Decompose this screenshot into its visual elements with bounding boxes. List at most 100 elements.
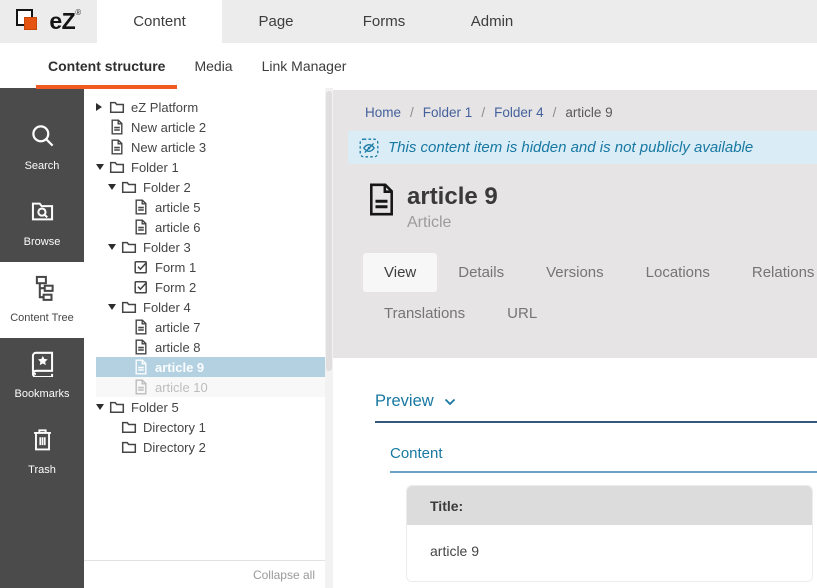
content-tree: eZ Platform New article 2 New article 3 Fol… — [84, 88, 325, 560]
tree-item-article-6[interactable]: article 6 — [96, 217, 325, 237]
breadcrumb-separator: / — [553, 105, 557, 120]
tree-scrollbar-thumb[interactable] — [326, 91, 332, 371]
tree-item-folder-2[interactable]: Folder 2 — [96, 177, 325, 197]
ez-logo-icon — [16, 8, 43, 35]
folder-icon — [121, 419, 137, 435]
subnav-item-link-manager[interactable]: Link Manager — [250, 44, 359, 88]
view-tab-content: Preview Content Title: article 9 — [333, 358, 817, 588]
ez-logo-text: eZ® — [49, 8, 80, 35]
sidebar-item-search[interactable]: Search — [0, 110, 84, 186]
sidebar-item-browse[interactable]: Browse — [0, 186, 84, 262]
page-header: article 9 Article — [368, 183, 817, 232]
tree-item-label: article 9 — [155, 360, 204, 375]
tab-locations[interactable]: Locations — [625, 253, 731, 292]
breadcrumb-home[interactable]: Home — [365, 105, 401, 120]
ez-logo[interactable]: eZ® — [0, 0, 97, 43]
breadcrumb-folder-1[interactable]: Folder 1 — [423, 105, 473, 120]
subnav-item-media[interactable]: Media — [182, 44, 244, 88]
folder-icon — [121, 239, 137, 255]
breadcrumb-separator: / — [410, 105, 414, 120]
tree-item-label: article 6 — [155, 220, 201, 235]
tree-item-article-9[interactable]: article 9 — [96, 357, 325, 377]
tab-translations[interactable]: Translations — [363, 294, 486, 333]
trash-icon — [29, 426, 56, 458]
tree-item-article-8[interactable]: article 8 — [96, 337, 325, 357]
tree-item-label: eZ Platform — [131, 100, 198, 115]
expander-expanded-icon[interactable] — [96, 404, 109, 410]
preview-label: Preview — [375, 392, 434, 411]
tab-view[interactable]: View — [363, 253, 437, 292]
top-tab-forms[interactable]: Forms — [330, 0, 438, 43]
hidden-eye-icon — [359, 138, 379, 158]
folder-icon — [121, 179, 137, 195]
field-card: Title: article 9 — [407, 486, 812, 581]
tree-item-label: article 7 — [155, 320, 201, 335]
expander-collapsed-icon[interactable] — [96, 103, 109, 111]
top-tab-admin[interactable]: Admin — [438, 0, 546, 43]
tree-item-label: Directory 1 — [143, 420, 206, 435]
tab-row-2: TranslationsURL — [363, 294, 817, 333]
tree-item-label: Form 2 — [155, 280, 196, 295]
left-rail: Search Browse Content Tree BookmarksTrash — [0, 88, 84, 588]
sidebar-item-label: Search — [25, 160, 60, 172]
preview-section-header[interactable]: Preview — [375, 392, 817, 423]
tree-item-folder-4[interactable]: Folder 4 — [96, 297, 325, 317]
tree-item-folder-5[interactable]: Folder 5 — [96, 397, 325, 417]
article-icon — [133, 339, 149, 355]
tree-item-form-2[interactable]: Form 2 — [96, 277, 325, 297]
tree-item-folder-3[interactable]: Folder 3 — [96, 237, 325, 257]
tab-versions[interactable]: Versions — [525, 253, 625, 292]
folder-icon — [121, 439, 137, 455]
sidebar-item-trash[interactable]: Trash — [0, 414, 84, 490]
content-tree-panel: eZ Platform New article 2 New article 3 Fol… — [84, 88, 325, 588]
top-bar: eZ® ContentPageFormsAdmin — [0, 0, 817, 43]
tree-item-label: New article 3 — [131, 140, 206, 155]
tab-relations[interactable]: Relations — [731, 253, 817, 292]
tree-item-label: Directory 2 — [143, 440, 206, 455]
tree-item-directory-1[interactable]: Directory 1 — [96, 417, 325, 437]
top-tab-page[interactable]: Page — [222, 0, 330, 43]
breadcrumb-folder-4[interactable]: Folder 4 — [494, 105, 544, 120]
tab-url[interactable]: URL — [486, 294, 558, 333]
tree-item-article-7[interactable]: article 7 — [96, 317, 325, 337]
tree-item-form-1[interactable]: Form 1 — [96, 257, 325, 277]
tree-item-label: Folder 1 — [131, 160, 179, 175]
expander-expanded-icon[interactable] — [96, 164, 109, 170]
breadcrumb-article-9: article 9 — [565, 105, 612, 120]
tab-details[interactable]: Details — [437, 253, 525, 292]
tree-item-label: article 10 — [155, 380, 208, 395]
expander-expanded-icon[interactable] — [108, 244, 121, 250]
collapse-all-button[interactable]: Collapse all — [253, 568, 315, 582]
tree-item-ez-platform[interactable]: eZ Platform — [96, 97, 325, 117]
sub-navigation: Content structureMediaLink Manager — [0, 43, 817, 88]
article-icon — [109, 119, 125, 135]
tree-item-label: Folder 4 — [143, 300, 191, 315]
tree-scrollbar[interactable] — [325, 88, 333, 588]
tree-item-folder-1[interactable]: Folder 1 — [96, 157, 325, 177]
notice-text: This content item is hidden and is not p… — [388, 139, 753, 156]
tree-item-article-5[interactable]: article 5 — [96, 197, 325, 217]
folder-icon — [121, 299, 137, 315]
hidden-content-notice: This content item is hidden and is not p… — [348, 131, 817, 164]
tab-row-1: ViewDetailsVersionsLocationsRelations — [363, 253, 817, 292]
main-area: Home/Folder 1/Folder 4/article 9 This co… — [333, 88, 817, 588]
expander-expanded-icon[interactable] — [108, 184, 121, 190]
form-icon — [133, 279, 149, 295]
folder-icon — [109, 159, 125, 175]
article-icon — [133, 219, 149, 235]
field-label: Title: — [407, 486, 812, 525]
tree-item-label: Folder 3 — [143, 240, 191, 255]
expander-expanded-icon[interactable] — [108, 304, 121, 310]
sidebar-item-content-tree[interactable]: Content Tree — [0, 262, 84, 338]
article-icon — [133, 199, 149, 215]
tree-item-directory-2[interactable]: Directory 2 — [96, 437, 325, 457]
registered-mark: ® — [75, 8, 80, 17]
subnav-item-content-structure[interactable]: Content structure — [36, 44, 177, 88]
top-tab-content[interactable]: Content — [97, 0, 222, 43]
sidebar-item-label: Content Tree — [10, 312, 74, 324]
body-area: Search Browse Content Tree BookmarksTrash e… — [0, 88, 817, 588]
tree-item-new-article-2[interactable]: New article 2 — [96, 117, 325, 137]
sidebar-item-bookmarks[interactable]: Bookmarks — [0, 338, 84, 414]
tree-item-article-10[interactable]: article 10 — [96, 377, 325, 397]
tree-item-new-article-3[interactable]: New article 3 — [96, 137, 325, 157]
